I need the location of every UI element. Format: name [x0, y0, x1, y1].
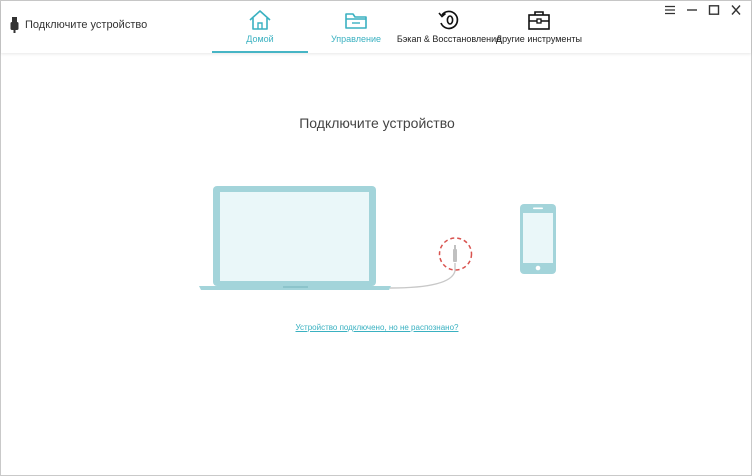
device-not-recognized-link[interactable]: Устройство подключено, но не распознано?: [1, 323, 752, 332]
phone-icon: [520, 204, 556, 274]
laptop-icon: [199, 186, 391, 290]
usb-cable-icon: [389, 245, 457, 289]
connect-device-illustration: [199, 186, 556, 290]
app-window: Подключите устройство Домой Управление Б…: [0, 0, 752, 476]
